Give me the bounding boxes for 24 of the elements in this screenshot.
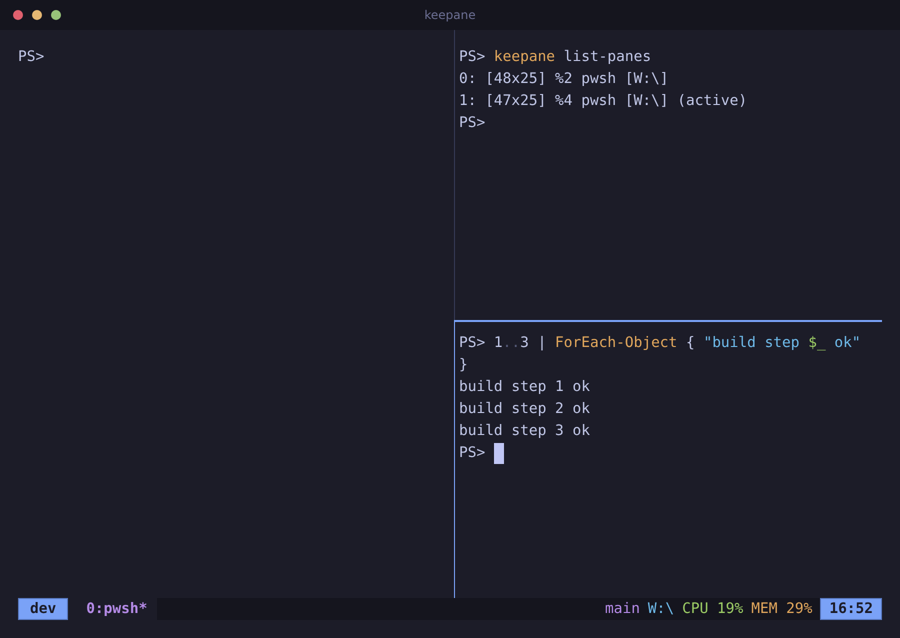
close-icon[interactable] xyxy=(13,10,23,20)
window-tab[interactable]: 0:pwsh* xyxy=(76,598,158,620)
status-item: main xyxy=(605,601,640,617)
minimize-icon[interactable] xyxy=(32,10,42,20)
status-item: CPU 19% xyxy=(682,601,744,617)
terminal-line: build step 3 ok xyxy=(459,422,591,441)
terminal-line: build step 1 ok xyxy=(459,378,591,397)
terminal-pane[interactable]: PS> xyxy=(0,30,454,598)
terminal-line: 0: [48x25] %2 pwsh [W:\] xyxy=(459,70,670,89)
maximize-icon[interactable] xyxy=(51,10,61,20)
terminal-pane[interactable]: PS> keepane list-panes 0: [48x25] %2 pwsh [W:\] 1: [47x25] %4 pwsh [W:\] (active) PS> xyxy=(454,30,882,320)
terminal-line: build step 2 ok xyxy=(459,400,591,419)
session-label: dev xyxy=(18,598,68,620)
terminal-line: } xyxy=(459,356,469,375)
window-title: keepane xyxy=(424,8,476,22)
terminal-line: PS> 1..3 | ForEach-Object { "build step $_ ok" xyxy=(459,334,862,353)
clock: 16:52 xyxy=(820,598,882,620)
terminal-line: 1: [47x25] %4 pwsh [W:\] (active) xyxy=(459,92,748,111)
terminal-line: PS> xyxy=(18,48,46,67)
status-item: W:\ xyxy=(648,601,674,617)
status-item: MEM 29% xyxy=(751,601,812,617)
terminal-line: PS> xyxy=(459,442,878,464)
terminal-line: PS> keepane list-panes xyxy=(459,48,652,67)
terminal-line: PS> xyxy=(459,114,486,133)
